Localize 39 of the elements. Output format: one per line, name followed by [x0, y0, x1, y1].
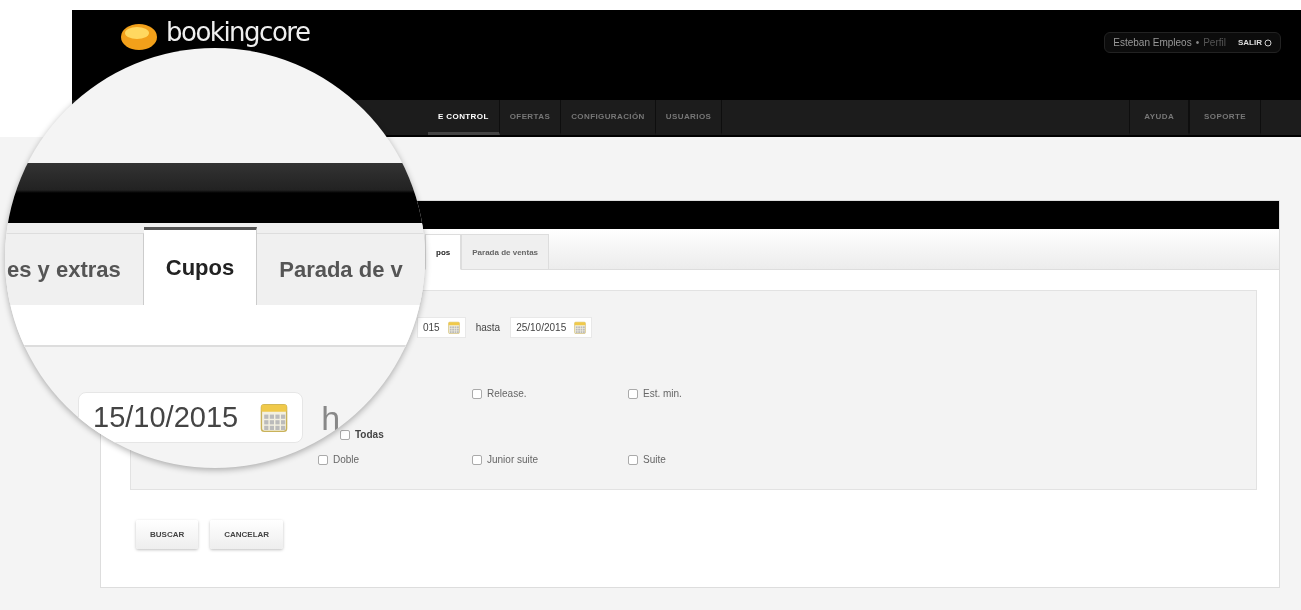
calendar-icon[interactable] — [260, 402, 289, 433]
checkbox[interactable] — [472, 454, 482, 465]
power-icon — [1264, 38, 1272, 47]
checkbox-option[interactable]: Suite — [628, 454, 666, 466]
cancel-button[interactable]: CANCELAR — [210, 520, 284, 549]
nav-tab[interactable]: CONFIGURACIÓN — [561, 100, 656, 135]
date-field[interactable]: 15/10/2015 — [78, 392, 304, 443]
nav-tab[interactable]: E CONTROL — [428, 100, 500, 135]
nav-tab[interactable]: USUARIOS — [655, 100, 723, 135]
logout-link[interactable]: SALIR — [1238, 38, 1272, 47]
user-name: Esteban Empleos — [1113, 37, 1192, 48]
checkbox-option[interactable]: Release. — [472, 388, 527, 400]
nav-tab[interactable]: OFERTAS — [499, 100, 562, 135]
checkbox-option[interactable]: Todas — [340, 429, 384, 441]
checkbox[interactable] — [340, 429, 350, 440]
tab[interactable]: Parada de ventas — [461, 234, 550, 270]
field-label: h — [321, 400, 341, 435]
separator: • — [1195, 37, 1200, 48]
tab[interactable]: Cupos — [143, 227, 258, 305]
nav-link[interactable]: SOPORTE — [1189, 100, 1261, 135]
field-label: hasta — [475, 322, 501, 334]
checkbox[interactable] — [472, 388, 482, 399]
logo-text: bookingcore — [166, 18, 310, 46]
checkbox-option[interactable]: Junior suite — [472, 454, 539, 466]
date-field[interactable]: 015 — [417, 317, 466, 339]
checkbox[interactable] — [628, 388, 638, 399]
checkbox[interactable] — [628, 454, 638, 465]
tab[interactable]: Parada de v — [257, 233, 425, 305]
logo-icon — [120, 22, 158, 52]
tab[interactable]: pos — [425, 234, 462, 270]
search-button[interactable]: BUSCAR — [136, 520, 199, 549]
tab[interactable]: es y extras — [5, 233, 144, 305]
checkbox-option[interactable]: Est. min. — [628, 388, 682, 400]
checkbox[interactable] — [318, 454, 328, 465]
calendar-icon[interactable] — [574, 321, 587, 335]
calendar-icon[interactable] — [447, 321, 460, 335]
checkbox-option[interactable]: Doble — [318, 454, 360, 466]
nav-link[interactable]: AYUDA — [1129, 100, 1190, 135]
date-field[interactable]: 25/10/2015 — [510, 317, 593, 339]
